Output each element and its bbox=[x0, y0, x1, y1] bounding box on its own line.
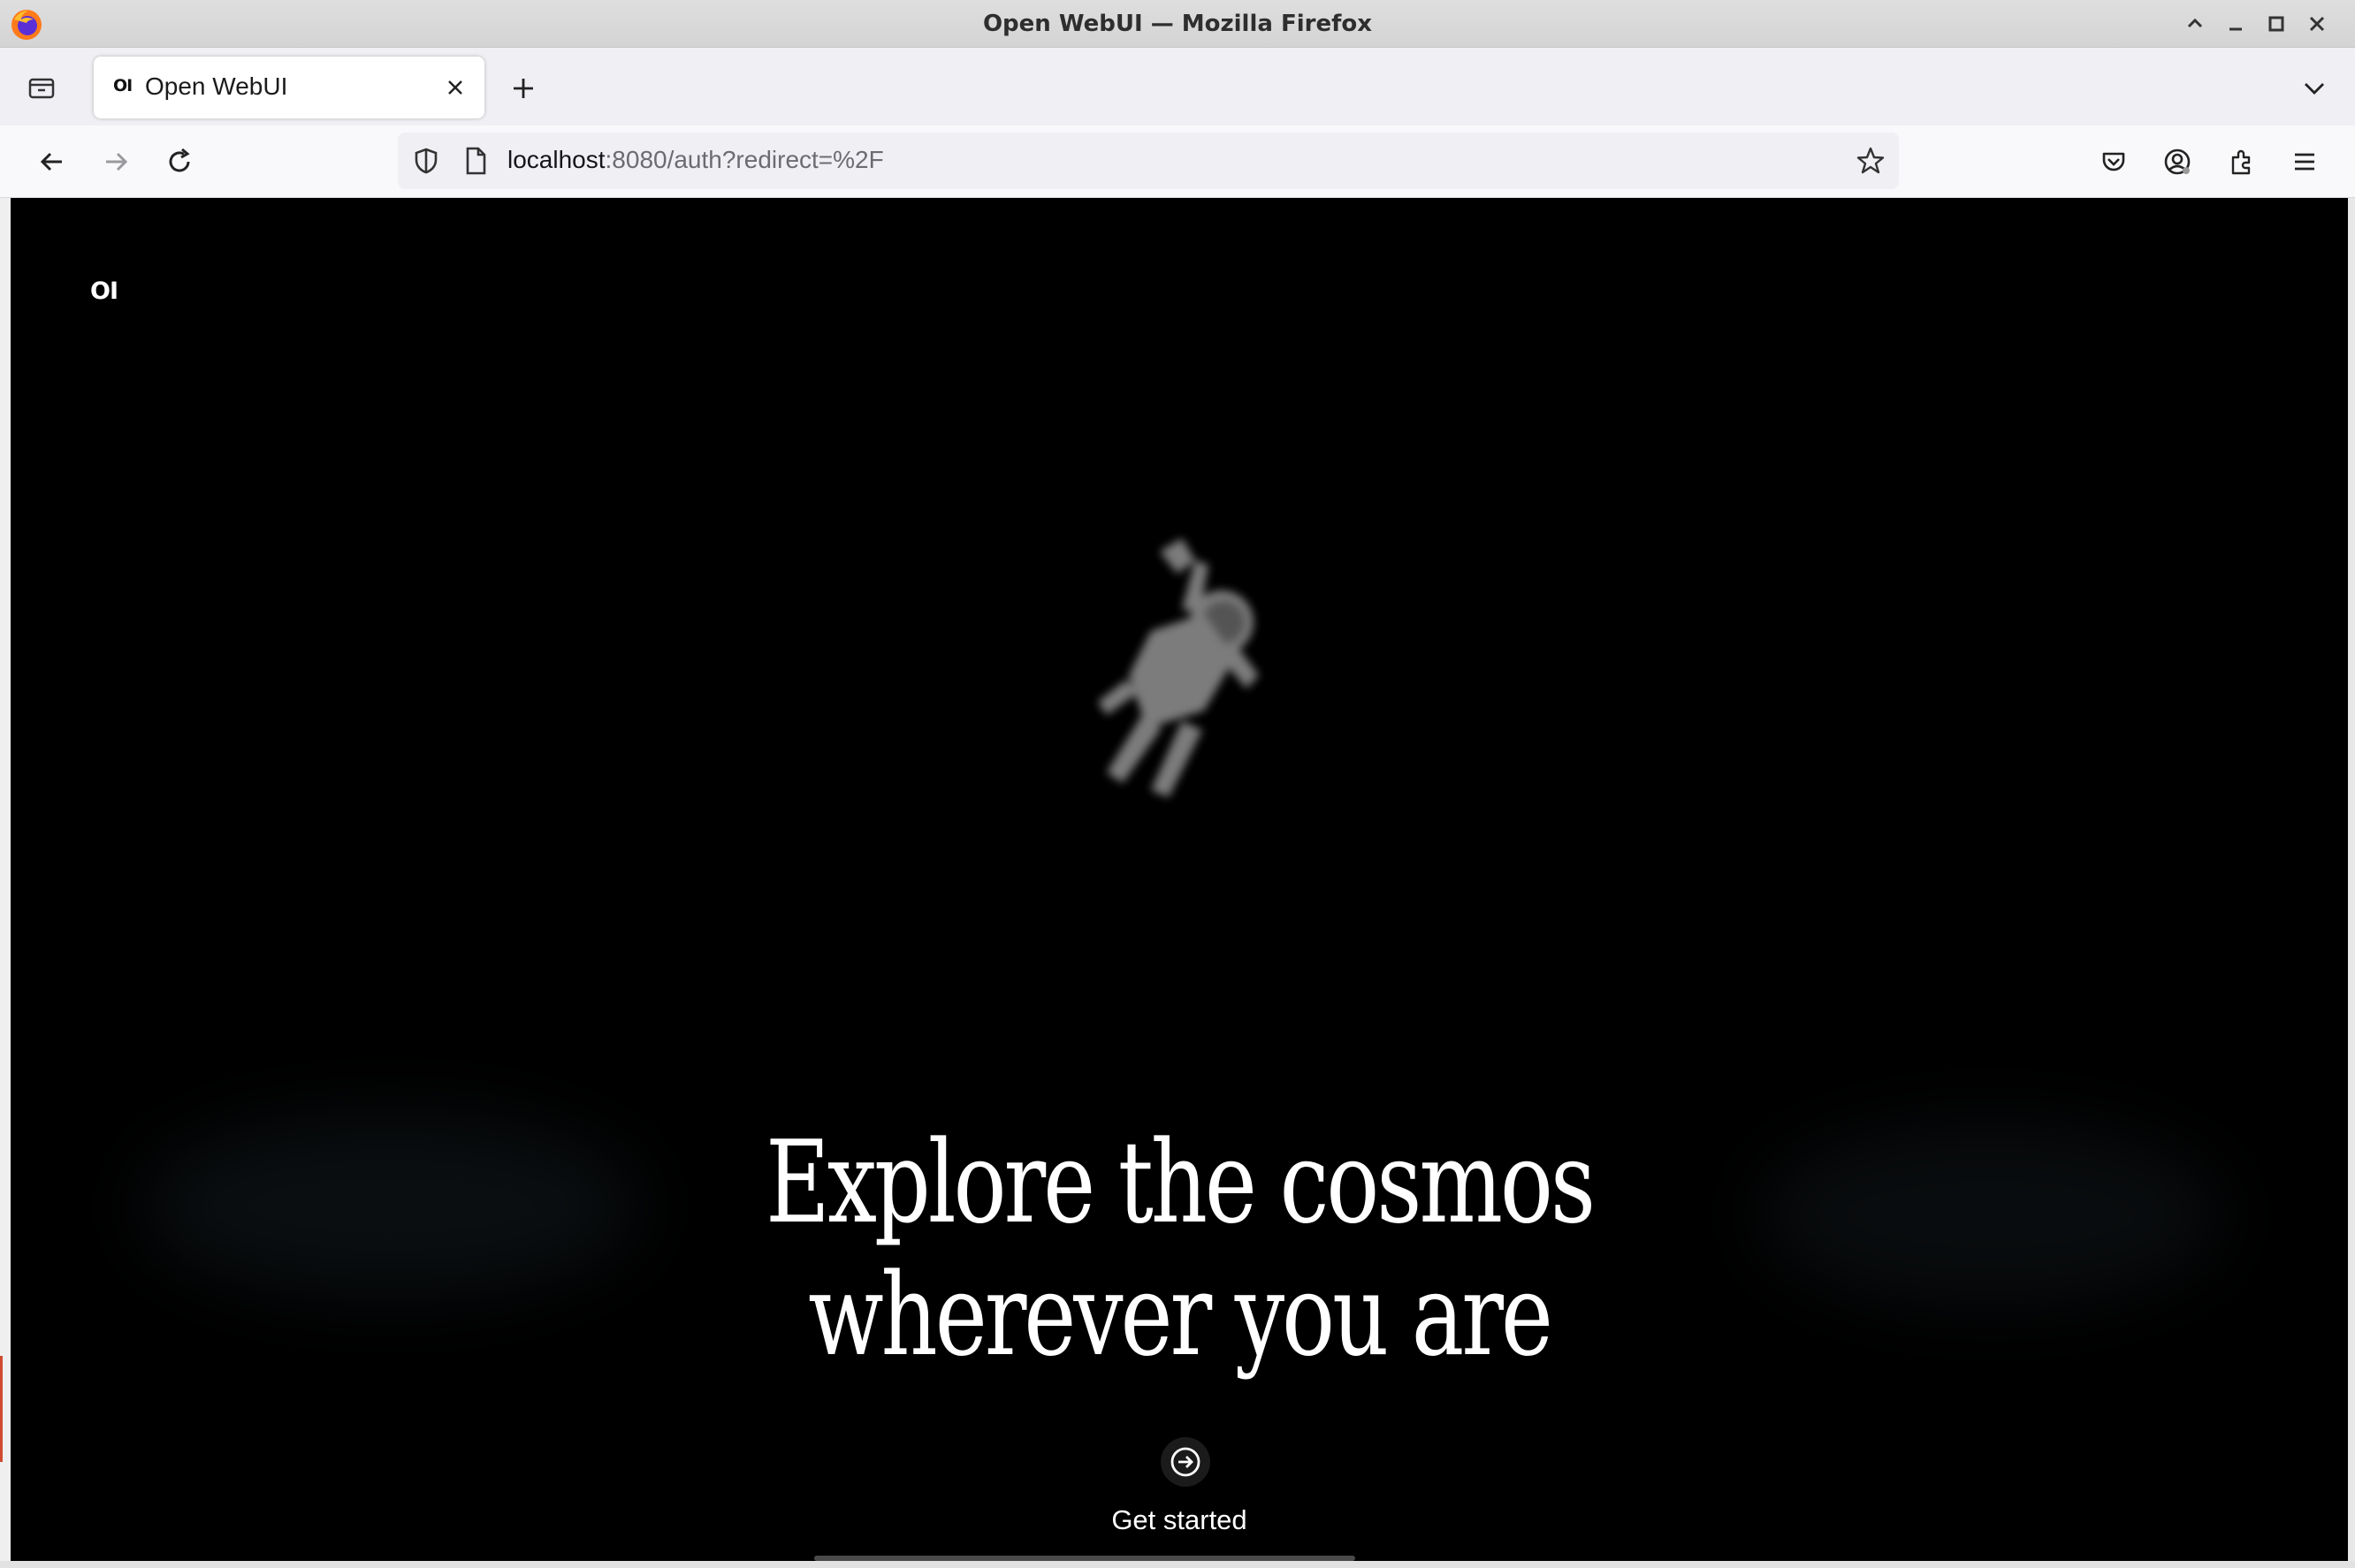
hamburger-menu-icon bbox=[2295, 153, 2314, 171]
hero-headline: Explore the cosmos wherever you are bbox=[268, 1117, 2091, 1382]
tab-favicon: OI bbox=[113, 76, 133, 95]
browser-window: Open WebUI — Mozilla Firefox OI Open Web… bbox=[0, 0, 2355, 1568]
bookmark-star-icon[interactable] bbox=[1855, 145, 1886, 177]
title-bar: Open WebUI — Mozilla Firefox bbox=[0, 0, 2355, 48]
window-left-edge bbox=[0, 198, 11, 1568]
astronaut-image bbox=[1098, 538, 1259, 797]
url-bar[interactable]: localhost:8080/auth?redirect=%2F bbox=[398, 133, 1899, 189]
extensions-icon bbox=[2231, 149, 2251, 175]
forward-button[interactable] bbox=[95, 141, 136, 182]
extensions-button[interactable] bbox=[2221, 141, 2261, 182]
back-arrow-icon bbox=[40, 152, 62, 171]
get-started-label[interactable]: Get started bbox=[11, 1504, 2348, 1536]
url-host: localhost bbox=[507, 146, 606, 173]
page-icon[interactable] bbox=[460, 145, 492, 177]
chevron-down-icon bbox=[2305, 83, 2324, 95]
open-webui-logo: OI bbox=[90, 278, 118, 305]
account-button[interactable] bbox=[2157, 141, 2198, 182]
restore-icon[interactable] bbox=[2261, 9, 2291, 39]
close-icon[interactable] bbox=[2302, 9, 2332, 39]
shield-icon[interactable] bbox=[410, 145, 442, 177]
account-icon bbox=[2164, 148, 2191, 175]
reload-icon bbox=[169, 148, 190, 172]
url-path: :8080/auth?redirect=%2F bbox=[605, 146, 884, 173]
tab-title: Open WebUI bbox=[145, 72, 288, 100]
window-right-edge bbox=[2348, 198, 2355, 1568]
firefox-view-button[interactable] bbox=[23, 69, 60, 106]
tab-strip: OI Open WebUI bbox=[0, 48, 2355, 126]
reload-button[interactable] bbox=[159, 141, 200, 182]
get-started-button[interactable] bbox=[1161, 1437, 1210, 1487]
list-all-tabs-button[interactable] bbox=[2297, 71, 2332, 106]
tab-list-icon bbox=[28, 78, 55, 99]
minimize-icon[interactable] bbox=[2221, 9, 2251, 39]
url-text[interactable]: localhost:8080/auth?redirect=%2F bbox=[507, 146, 884, 174]
pocket-button[interactable] bbox=[2093, 141, 2134, 182]
tab-close-icon[interactable] bbox=[440, 72, 470, 103]
back-button[interactable] bbox=[32, 141, 72, 182]
forward-arrow-icon bbox=[106, 152, 128, 171]
headline-line-2: wherever you are bbox=[808, 1250, 1553, 1382]
window-bottom-edge bbox=[0, 1561, 2355, 1568]
window-title: Open WebUI — Mozilla Firefox bbox=[982, 11, 1373, 37]
new-tab-button[interactable] bbox=[506, 71, 541, 106]
pocket-icon bbox=[2102, 152, 2125, 171]
maximize-up-icon[interactable] bbox=[2180, 9, 2210, 39]
plus-icon bbox=[514, 79, 533, 98]
navigation-toolbar: localhost:8080/auth?redirect=%2F bbox=[0, 126, 2355, 198]
headline-line-1: Explore the cosmos bbox=[765, 1117, 1596, 1249]
tab-open-webui[interactable]: OI Open WebUI bbox=[94, 57, 484, 118]
arrow-circle-right-icon bbox=[1170, 1447, 1200, 1477]
app-menu-button[interactable] bbox=[2284, 141, 2325, 182]
page-viewport: OI Explore the cosmos wherever you are G… bbox=[11, 198, 2348, 1561]
